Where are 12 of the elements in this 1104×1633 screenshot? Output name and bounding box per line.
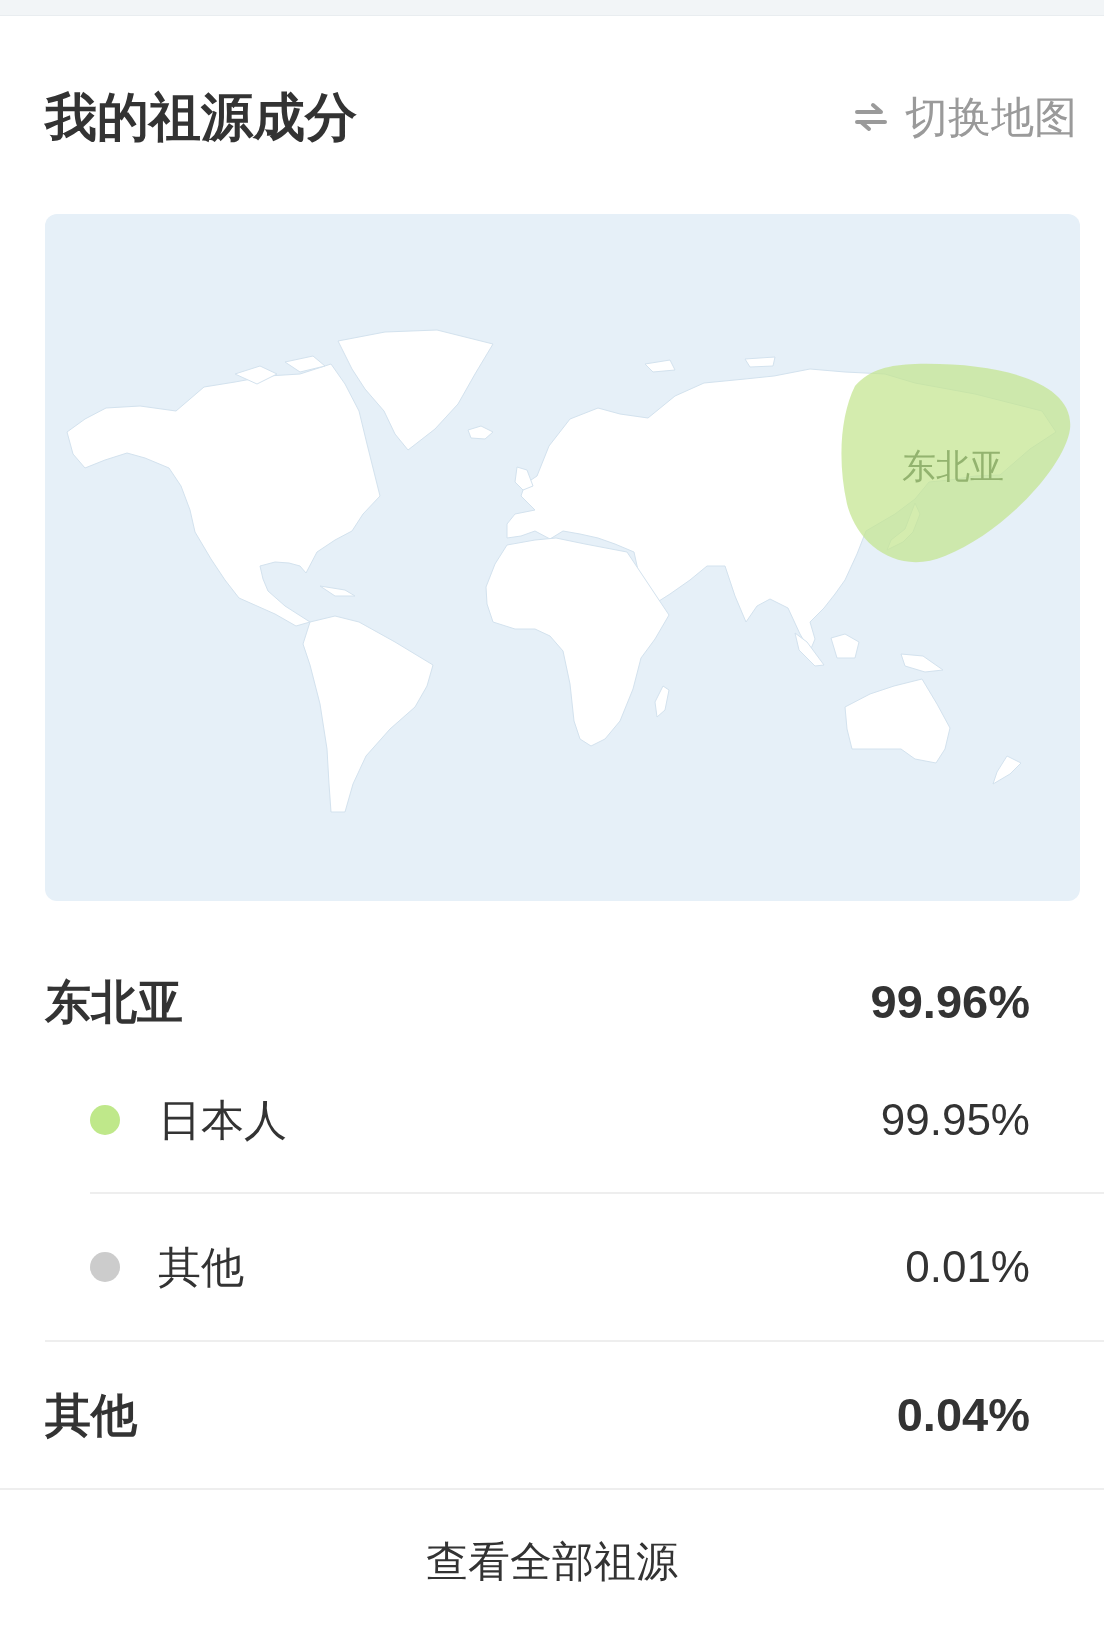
population-percentage: 0.01% [905, 1242, 1030, 1292]
population-percentage: 99.95% [880, 1095, 1030, 1145]
region-name: 东北亚 [45, 974, 183, 1029]
region-name: 其他 [45, 1388, 137, 1442]
population-name: 日本人 [158, 1095, 287, 1145]
section-title: 我的祖源成分 [45, 87, 357, 147]
region-percentage: 99.96% [870, 974, 1030, 1029]
region-label: 东北亚 [902, 446, 1004, 486]
swap-arrows-icon [855, 102, 887, 132]
view-all-button[interactable]: 查看全部祖源 [426, 1537, 678, 1587]
region-percentage: 0.04% [896, 1388, 1030, 1442]
population-name: 其他 [158, 1242, 244, 1292]
